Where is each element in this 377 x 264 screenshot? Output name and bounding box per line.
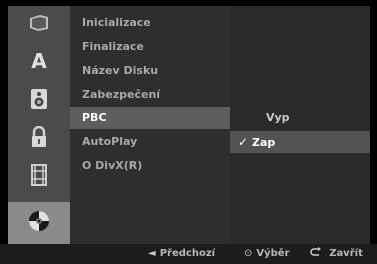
setup-menu-screen: A Inicializace Finalizace Název Disku Za…: [0, 0, 377, 264]
menu-item-pbc[interactable]: PBC: [70, 107, 230, 129]
category-audio[interactable]: [8, 84, 70, 117]
hint-select-label: Výběr: [256, 248, 290, 259]
speaker-icon: [30, 88, 48, 114]
checkmark-icon: ✓: [238, 135, 249, 149]
menu-item-divx[interactable]: O DivX(R): [70, 155, 230, 177]
menu-item-disc-name[interactable]: Název Disku: [70, 60, 230, 82]
menu-item-initialize[interactable]: Inicializace: [70, 12, 230, 34]
letter-a-icon: A: [28, 49, 50, 76]
category-lock[interactable]: [8, 122, 70, 155]
film-strip-icon: [30, 163, 48, 190]
option-on[interactable]: ✓ Zap: [230, 131, 370, 153]
category-disc-image[interactable]: [8, 8, 70, 41]
enter-icon: ⊙: [244, 248, 253, 259]
hint-close-label: Zavřít: [329, 248, 363, 259]
hint-close: Zavřít: [310, 244, 363, 264]
menu-item-protection[interactable]: Zabezpečení: [70, 84, 230, 106]
pbc-options: Vyp ✓ Zap: [230, 6, 370, 244]
category-recording[interactable]: [8, 160, 70, 193]
padlock-icon: [30, 125, 48, 152]
hint-previous-label: Předchozí: [159, 248, 216, 259]
setup-panel: A Inicializace Finalizace Název Disku Za…: [8, 6, 370, 244]
svg-text:A: A: [31, 50, 47, 72]
category-disc[interactable]: [8, 202, 70, 244]
category-icon-column: A: [8, 6, 70, 244]
hint-select: ⊙ Výběr: [244, 244, 290, 264]
film-icon: [28, 14, 50, 36]
option-on-label: Zap: [252, 136, 276, 149]
disc-settings-menu: Inicializace Finalizace Název Disku Zabe…: [70, 6, 230, 244]
left-arrow-icon: ◄: [148, 248, 156, 259]
footer-hint-bar: ◄ Předchozí ⊙ Výběr Zavřít: [0, 244, 377, 264]
category-language[interactable]: A: [8, 46, 70, 79]
menu-item-autoplay[interactable]: AutoPlay: [70, 131, 230, 153]
option-off[interactable]: Vyp: [230, 107, 370, 129]
menu-item-finalize[interactable]: Finalizace: [70, 36, 230, 58]
hint-previous: ◄ Předchozí: [148, 244, 215, 264]
disc-icon: [28, 210, 50, 236]
return-icon: [310, 247, 325, 259]
